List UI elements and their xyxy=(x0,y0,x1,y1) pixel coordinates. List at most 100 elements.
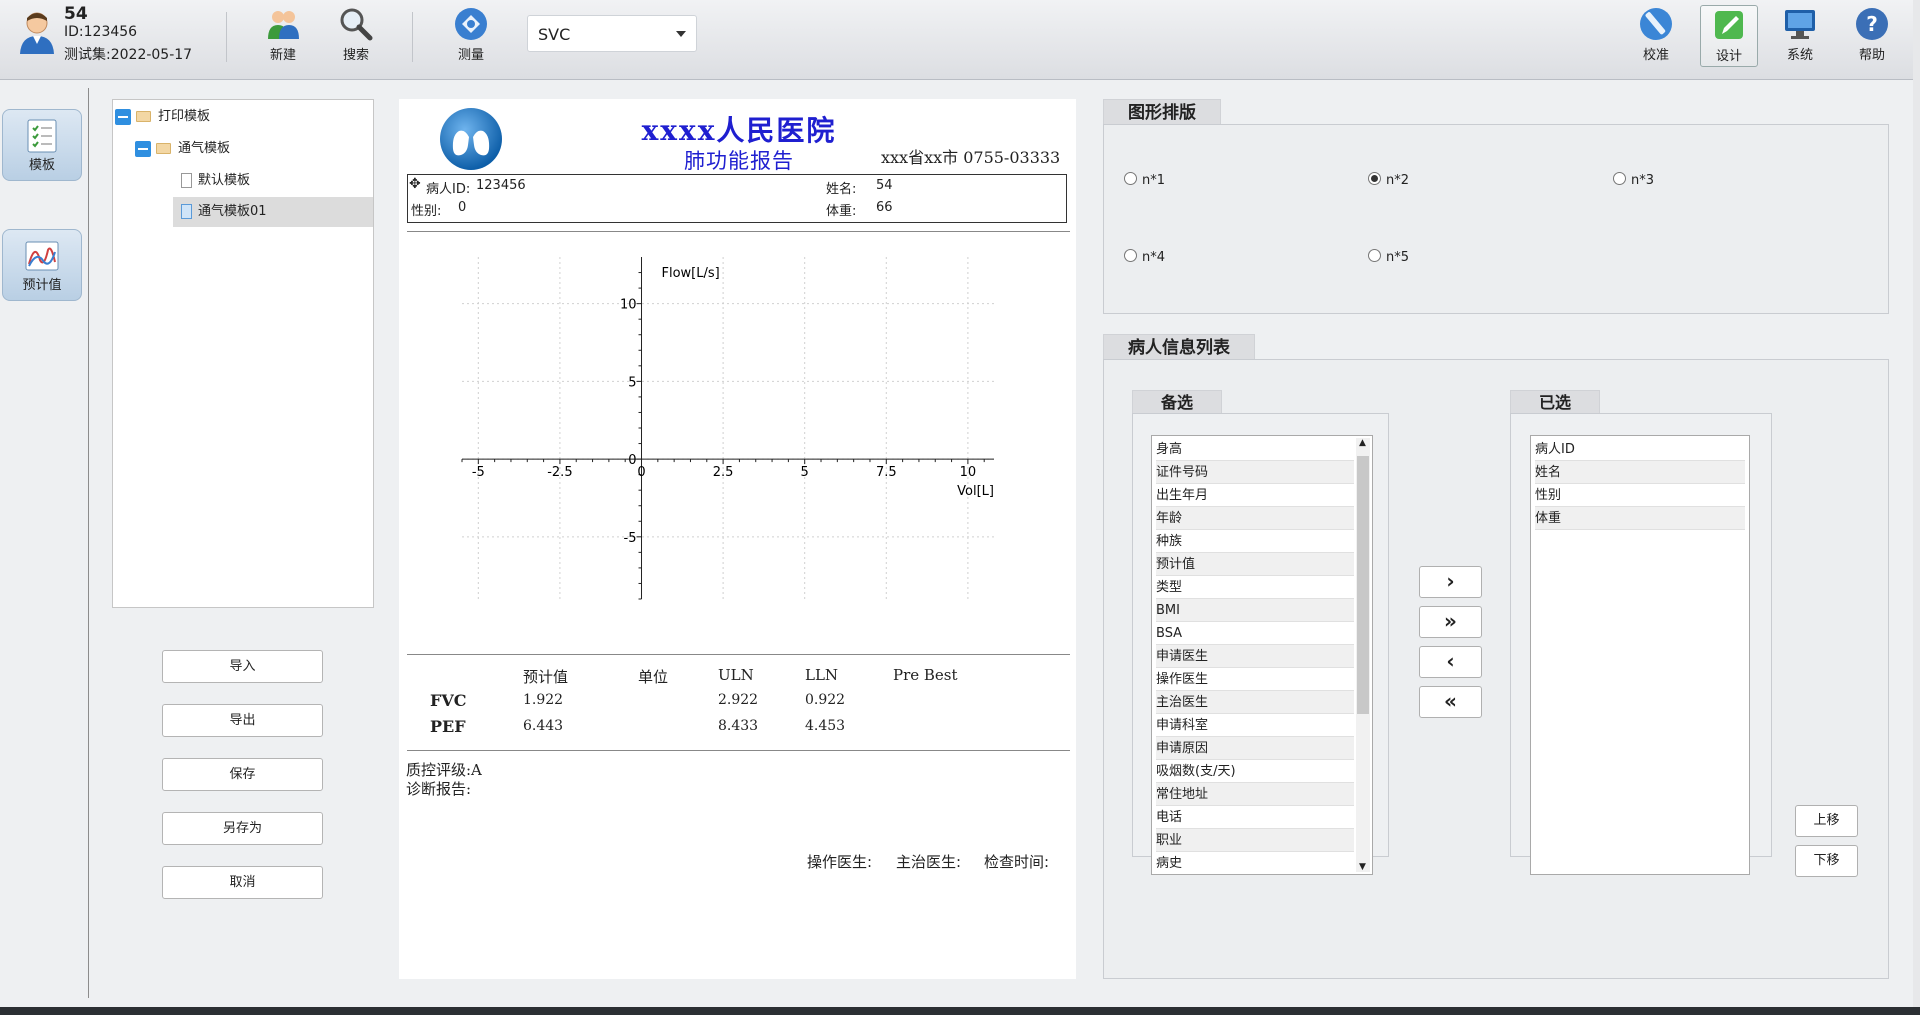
available-list-item[interactable]: 年龄 xyxy=(1156,507,1354,530)
available-list-item[interactable]: 申请医生 xyxy=(1156,645,1354,668)
operator-label: 操作医生: xyxy=(807,853,873,871)
move-up-button[interactable]: 上移 xyxy=(1795,805,1858,837)
y-tick-label: -5 xyxy=(624,531,637,546)
sidebar-template-button[interactable]: 模板 xyxy=(2,109,82,181)
available-list-item[interactable]: 种族 xyxy=(1156,530,1354,553)
chart-ticks: -5 -2.5 0 2.5 5 7.5 10 -5 0 5 10 xyxy=(461,272,985,600)
patient-id-value: 123456 xyxy=(476,178,526,193)
layout-option-n1[interactable]: n*1 xyxy=(1124,172,1165,188)
export-button[interactable]: 导出 xyxy=(162,704,323,737)
calibrate-icon xyxy=(1640,8,1672,40)
new-button[interactable]: 新建 xyxy=(255,5,311,65)
move-handle-icon[interactable]: ✥ xyxy=(409,176,421,192)
search-icon xyxy=(340,8,373,41)
available-scrollbar[interactable]: ▲ ▼ xyxy=(1356,438,1370,872)
available-list-item[interactable]: 电话 xyxy=(1156,806,1354,829)
available-list-item[interactable]: 预计值 xyxy=(1156,553,1354,576)
available-group: ▲ ▼ 身高 证件号码 出生年月 年龄 种族 预计值 类型 BMI BSA 申请医生 操作医生 主治医… xyxy=(1132,413,1389,875)
available-list-item[interactable]: 职业 xyxy=(1156,829,1354,852)
collapse-icon[interactable] xyxy=(135,141,151,157)
chart-grid xyxy=(462,257,994,599)
radio-indicator xyxy=(1124,172,1137,185)
available-list-item[interactable]: BMI xyxy=(1156,599,1354,622)
report-preview: xxxx人民医院 肺功能报告 xxx省xx市 0755-03333 ✥ 病人ID… xyxy=(399,99,1076,979)
qc-grade: 质控评级:A xyxy=(406,761,482,779)
help-button[interactable]: ? 帮助 xyxy=(1844,5,1900,65)
available-list-item[interactable]: 申请原因 xyxy=(1156,737,1354,760)
system-button[interactable]: 系统 xyxy=(1772,5,1828,65)
layout-option-n4[interactable]: n*4 xyxy=(1124,249,1165,265)
selected-list-item[interactable]: 体重 xyxy=(1535,507,1745,530)
sidebar-predicted-button[interactable]: 预计值 xyxy=(2,229,82,301)
row-pef-name: PEF xyxy=(430,717,466,736)
save-as-button[interactable]: 另存为 xyxy=(162,812,323,845)
layout-option-n3[interactable]: n*3 xyxy=(1613,172,1654,188)
table-header-unit: 单位 xyxy=(638,668,669,686)
collapse-icon[interactable] xyxy=(115,109,131,125)
cancel-button[interactable]: 取消 xyxy=(162,866,323,899)
available-list-item[interactable]: 申请科室 xyxy=(1156,714,1354,737)
available-list-item[interactable]: BSA xyxy=(1156,622,1354,645)
import-button[interactable]: 导入 xyxy=(162,650,323,683)
search-button[interactable]: 搜索 xyxy=(328,5,384,65)
add-one-button[interactable]: › xyxy=(1419,566,1482,598)
x-tick-label: -2.5 xyxy=(547,465,572,480)
available-list-item[interactable]: 吸烟数(支/天) xyxy=(1156,760,1354,783)
tree-node-default-template[interactable]: 默认模板 xyxy=(173,166,373,196)
selected-list-item[interactable]: 病人ID xyxy=(1535,438,1745,461)
mode-select[interactable]: SVC xyxy=(527,15,697,52)
tree-node-label: 通气模板01 xyxy=(198,204,267,219)
document-icon xyxy=(181,204,192,219)
remove-all-button[interactable]: « xyxy=(1419,686,1482,718)
layout-option-n5[interactable]: n*5 xyxy=(1368,249,1409,265)
selected-list-item[interactable]: 姓名 xyxy=(1535,461,1745,484)
row-fvc-uln: 2.922 xyxy=(718,692,759,708)
available-list-item[interactable]: 常住地址 xyxy=(1156,783,1354,806)
available-list-item[interactable]: 类型 xyxy=(1156,576,1354,599)
selected-group: 病人ID 姓名 性别 体重 xyxy=(1510,413,1772,875)
remove-one-button[interactable]: ‹ xyxy=(1419,646,1482,678)
window-scrollbar[interactable] xyxy=(1913,0,1920,1007)
available-list-item[interactable]: 身高 xyxy=(1156,438,1354,461)
radio-indicator xyxy=(1368,249,1381,262)
lungs-logo-icon xyxy=(440,108,502,170)
selected-list[interactable]: 病人ID 姓名 性别 体重 xyxy=(1530,435,1750,875)
name-label: 姓名: xyxy=(826,182,857,197)
user-id: ID:123456 xyxy=(64,24,138,40)
row-pef-uln: 8.433 xyxy=(718,718,759,734)
available-list-item[interactable]: 主治医生 xyxy=(1156,691,1354,714)
measure-button[interactable]: 测量 xyxy=(443,5,499,65)
design-button[interactable]: 设计 xyxy=(1700,5,1758,67)
chevron-up-icon[interactable]: ▲ xyxy=(1359,438,1366,448)
available-title: 备选 xyxy=(1132,390,1223,413)
available-list-item[interactable]: 出生年月 xyxy=(1156,484,1354,507)
x-tick-label: 10 xyxy=(960,465,977,480)
available-list-item[interactable]: 操作医生 xyxy=(1156,668,1354,691)
patient-info-box: ✥ 病人ID: 123456 姓名: 54 性别: 0 体重: 66 xyxy=(407,174,1067,223)
design-icon xyxy=(1715,11,1743,39)
help-icon: ? xyxy=(1856,8,1888,40)
chevron-down-icon[interactable]: ▼ xyxy=(1359,862,1366,872)
save-button[interactable]: 保存 xyxy=(162,758,323,791)
tree-node-ventilation-template-01[interactable]: 通气模板01 xyxy=(173,197,373,227)
toolbar-divider xyxy=(226,12,227,62)
layout-option-n2[interactable]: n*2 xyxy=(1368,172,1409,188)
calibrate-label: 校准 xyxy=(1642,48,1669,63)
available-list-item[interactable]: 病史 xyxy=(1156,852,1354,874)
tree-node-print-templates[interactable]: 打印模板 xyxy=(113,102,373,132)
scroll-thumb[interactable] xyxy=(1357,456,1369,714)
available-list[interactable]: ▲ ▼ 身高 证件号码 出生年月 年龄 种族 预计值 类型 BMI BSA 申请医生 操作医生 主治医… xyxy=(1151,435,1373,875)
move-down-button[interactable]: 下移 xyxy=(1795,845,1858,877)
available-list-item[interactable]: 证件号码 xyxy=(1156,461,1354,484)
selected-list-item[interactable]: 性别 xyxy=(1535,484,1745,507)
chevron-right-icon: › xyxy=(1446,569,1455,593)
radio-indicator xyxy=(1124,249,1137,262)
attending-label: 主治医生: xyxy=(896,853,962,871)
calibrate-button[interactable]: 校准 xyxy=(1628,5,1684,65)
user-name: 54 xyxy=(64,4,88,24)
add-all-button[interactable]: » xyxy=(1419,606,1482,638)
chart-x-axis-label: Vol[L] xyxy=(957,484,994,499)
chevron-down-icon xyxy=(676,31,686,37)
gender-value: 0 xyxy=(458,200,467,215)
tree-node-ventilation-templates[interactable]: 通气模板 xyxy=(113,134,373,164)
